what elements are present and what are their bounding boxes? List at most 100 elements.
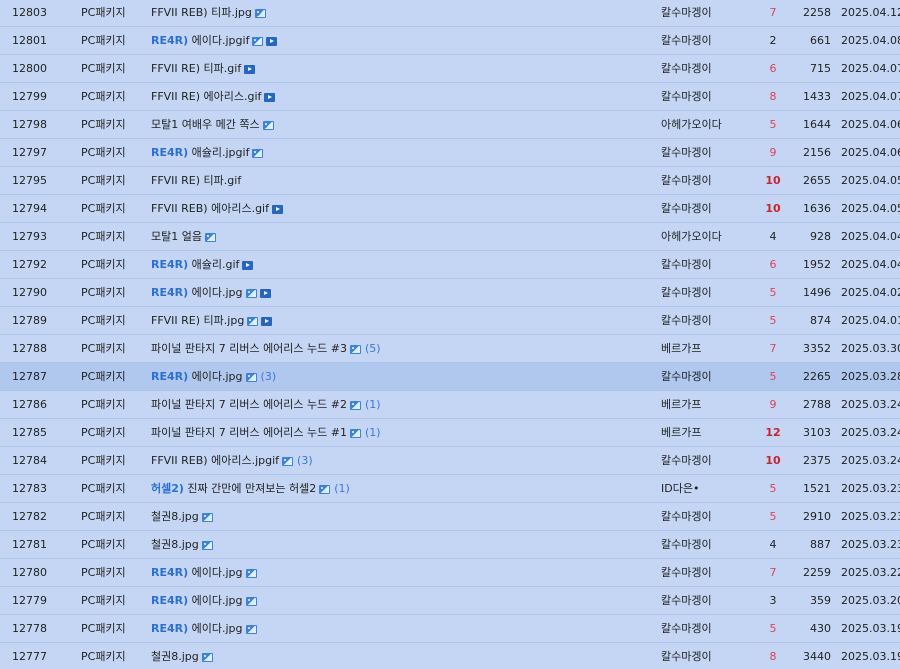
view-count: 359	[810, 594, 831, 607]
post-title-link[interactable]: 파이널 판타지 7 리버스 에어리스 누드 #3 (5)	[151, 335, 381, 362]
comment-count[interactable]: (3)	[261, 370, 277, 383]
post-title: FFVII RE) 티파.jpg	[151, 314, 245, 327]
post-title-link[interactable]: FFVII REB) 티파.jpg	[151, 0, 266, 26]
post-list: 12803 PC패키지 FFVII REB) 티파.jpg 칼수마겡이 7 2258 202…	[0, 0, 900, 669]
post-author[interactable]: 칼수마겡이	[661, 27, 712, 54]
post-title-link[interactable]: FFVII RE) 티파.gif	[151, 55, 256, 82]
post-date: 2025.03.23	[841, 482, 900, 495]
comment-count[interactable]: (1)	[334, 482, 350, 495]
post-title-link[interactable]: RE4R) 에이다.jpg	[151, 587, 257, 614]
table-row: 12788 PC패키지 파이널 판타지 7 리버스 에어리스 누드 #3 (5) 베르가…	[0, 335, 900, 363]
post-author[interactable]: ID다은•	[661, 475, 699, 502]
video-icon	[266, 37, 278, 46]
post-title-link[interactable]: RE4R) 에이다.jpg	[151, 559, 257, 586]
post-author[interactable]: 아헤가오이다	[661, 223, 722, 250]
view-count: 1496	[803, 286, 831, 299]
post-author[interactable]: 칼수마겡이	[661, 251, 712, 278]
post-number: 12793	[12, 230, 47, 243]
post-author[interactable]: 칼수마겡이	[661, 0, 712, 26]
post-title: 애슐리.jpgif	[191, 146, 250, 159]
post-title-link[interactable]: 모탈1 여배우 메간 쪽스	[151, 111, 274, 138]
post-title-link[interactable]: RE4R) 애슐리.gif	[151, 251, 254, 278]
post-date: 2025.04.07	[841, 62, 900, 75]
post-title-link[interactable]: RE4R) 애슐리.jpgif	[151, 139, 264, 166]
post-title: FFVII RE) 티파.gif	[151, 62, 242, 75]
post-title-link[interactable]: 허셀2) 진짜 간만에 만져보는 허셀2 (1)	[151, 475, 350, 502]
post-title-link[interactable]: 철권8.jpg	[151, 503, 213, 530]
post-author[interactable]: 칼수마겡이	[661, 83, 712, 110]
post-author[interactable]: 칼수마겡이	[661, 503, 712, 530]
comment-count[interactable]: (5)	[365, 342, 381, 355]
view-count: 928	[810, 230, 831, 243]
post-category: PC패키지	[81, 622, 126, 635]
recommend-count: 7	[769, 566, 777, 579]
post-title-link[interactable]: RE4R) 에이다.jpgif	[151, 27, 278, 54]
image-icon	[252, 149, 264, 158]
post-tag: RE4R)	[151, 566, 189, 579]
comment-count[interactable]: (3)	[297, 454, 313, 467]
post-number: 12778	[12, 622, 47, 635]
post-title-link[interactable]: RE4R) 에이다.jpg	[151, 279, 271, 306]
post-author[interactable]: 칼수마겡이	[661, 167, 712, 194]
post-date: 2025.04.12	[841, 6, 900, 19]
post-author[interactable]: 칼수마겡이	[661, 55, 712, 82]
post-author[interactable]: 칼수마겡이	[661, 615, 712, 642]
post-author[interactable]: 베르가프	[661, 419, 701, 446]
comment-count[interactable]: (1)	[365, 398, 381, 411]
post-number: 12792	[12, 258, 47, 271]
table-row: 12790 PC패키지 RE4R) 에이다.jpg 칼수마겡이 5 1496 2025.04…	[0, 279, 900, 307]
post-title-link[interactable]: FFVII RE) 티파.jpg	[151, 307, 273, 334]
post-author[interactable]: 베르가프	[661, 391, 701, 418]
post-author[interactable]: 칼수마겡이	[661, 531, 712, 558]
table-row: 12803 PC패키지 FFVII REB) 티파.jpg 칼수마겡이 7 2258 202…	[0, 0, 900, 27]
post-author[interactable]: 칼수마겡이	[661, 559, 712, 586]
recommend-count: 5	[769, 286, 777, 299]
view-count: 3103	[803, 426, 831, 439]
post-title-link[interactable]: RE4R) 에이다.jpg	[151, 615, 257, 642]
table-row: 12782 PC패키지 철권8.jpg 칼수마겡이 5 2910 2025.03.23	[0, 503, 900, 531]
post-author[interactable]: 아헤가오이다	[661, 111, 722, 138]
post-title: 에이다.jpg	[191, 566, 243, 579]
post-author[interactable]: 칼수마겡이	[661, 307, 712, 334]
post-author[interactable]: 칼수마겡이	[661, 587, 712, 614]
post-category: PC패키지	[81, 454, 126, 467]
recommend-count: 5	[769, 370, 777, 383]
post-title-link[interactable]: 파이널 판타지 7 리버스 에어리스 누드 #2 (1)	[151, 391, 381, 418]
post-title: 에이다.jpgif	[191, 34, 250, 47]
post-title: 진짜 간만에 만져보는 허셀2	[187, 482, 317, 495]
post-title: 에이다.jpg	[191, 622, 243, 635]
post-number: 12789	[12, 314, 47, 327]
post-title-link[interactable]: FFVII RE) 에아리스.gif	[151, 83, 276, 110]
post-author[interactable]: 칼수마겡이	[661, 195, 712, 222]
image-icon	[282, 457, 294, 466]
post-tag: 허셀2)	[151, 482, 184, 495]
table-row: 12779 PC패키지 RE4R) 에이다.jpg 칼수마겡이 3 359 2025.03.…	[0, 587, 900, 615]
post-title: 파이널 판타지 7 리버스 에어리스 누드 #2	[151, 398, 347, 411]
post-title-link[interactable]: 철권8.jpg	[151, 531, 213, 558]
post-title-link[interactable]: 파이널 판타지 7 리버스 에어리스 누드 #1 (1)	[151, 419, 381, 446]
table-row: 12801 PC패키지 RE4R) 에이다.jpgif 칼수마겡이 2 661 2025.0…	[0, 27, 900, 55]
post-title-link[interactable]: FFVII REB) 에아리스.jpgif (3)	[151, 447, 313, 474]
post-author[interactable]: 칼수마겡이	[661, 363, 712, 390]
post-title-link[interactable]: FFVII REB) 에아리스.gif	[151, 195, 283, 222]
post-number: 12784	[12, 454, 47, 467]
recommend-count: 8	[769, 90, 777, 103]
post-author[interactable]: 칼수마겡이	[661, 139, 712, 166]
image-icon	[201, 513, 213, 522]
post-author[interactable]: 베르가프	[661, 335, 701, 362]
post-category: PC패키지	[81, 398, 126, 411]
post-title: FFVII RE) 티파.gif	[151, 174, 242, 187]
post-date: 2025.03.28	[841, 370, 900, 383]
post-date: 2025.03.19	[841, 622, 900, 635]
post-date: 2025.04.07	[841, 90, 900, 103]
post-author[interactable]: 칼수마겡이	[661, 643, 712, 669]
post-author[interactable]: 칼수마겡이	[661, 447, 712, 474]
post-title: 모탈1 얼음	[151, 230, 202, 243]
post-author[interactable]: 칼수마겡이	[661, 279, 712, 306]
post-title-link[interactable]: FFVII RE) 티파.gif	[151, 167, 241, 194]
post-title-link[interactable]: 철권8.jpg	[151, 643, 213, 669]
post-title-link[interactable]: 모탈1 얼음	[151, 223, 216, 250]
comment-count[interactable]: (1)	[365, 426, 381, 439]
recommend-count: 5	[769, 510, 777, 523]
post-title-link[interactable]: RE4R) 에이다.jpg (3)	[151, 363, 276, 390]
